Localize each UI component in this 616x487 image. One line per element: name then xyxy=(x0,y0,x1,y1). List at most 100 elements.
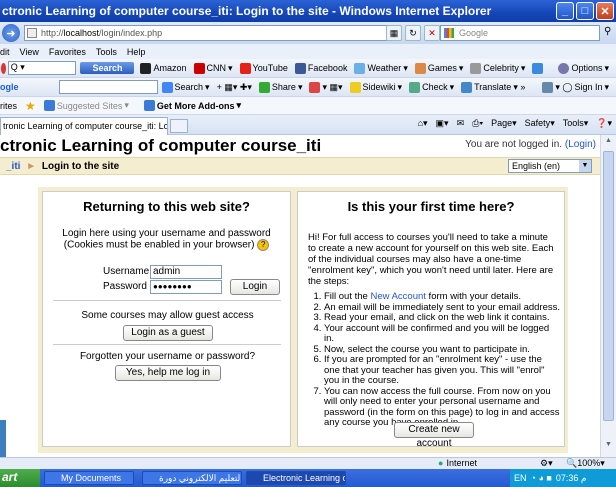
menu-view[interactable]: View xyxy=(20,47,39,57)
toolbar-games[interactable]: Games ▾ xyxy=(414,62,463,74)
menu-help[interactable]: Help xyxy=(127,47,146,57)
google-toolbar-input[interactable] xyxy=(58,80,158,94)
url-path: /login/index.php xyxy=(99,28,163,38)
desktop-edge xyxy=(0,420,6,457)
toolbar-search-button[interactable]: Search xyxy=(80,62,135,74)
tray-icons: ◔ ◕ ■ xyxy=(530,473,552,483)
toolbar-weather[interactable]: Weather ▾ xyxy=(354,62,408,74)
login-status: You are not logged in. xyxy=(465,139,563,150)
language-select[interactable]: English (en) ▼ xyxy=(508,159,592,173)
close-button[interactable]: ✕ xyxy=(596,2,614,20)
login-info: You are not logged in. (Login) xyxy=(465,139,596,150)
login-panels: Returning to this web site? Login here u… xyxy=(38,187,568,453)
address-bar[interactable]: http://localhost/login/index.php xyxy=(24,25,392,41)
favorites-star-icon[interactable]: ★ xyxy=(25,99,36,113)
minimize-button[interactable]: _ xyxy=(556,2,574,20)
breadcrumb-home[interactable]: _iti xyxy=(6,161,20,172)
share-icon xyxy=(258,81,270,93)
scroll-up-icon[interactable]: ▲ xyxy=(603,137,614,149)
toolbar-youtube[interactable]: YouTube xyxy=(239,62,288,74)
feeds-icon[interactable]: ▣▾ xyxy=(436,118,449,129)
scroll-down-icon[interactable]: ▼ xyxy=(603,441,614,453)
help-icon[interactable]: ? xyxy=(257,239,270,251)
toolbar-tools-1[interactable]: + ▦▾ ✚▾ xyxy=(217,82,252,93)
create-account-button[interactable]: Create new account xyxy=(394,422,474,449)
url-host: localhost xyxy=(63,28,100,38)
new-tab-button[interactable] xyxy=(170,119,188,133)
breadcrumb-current: Login to the site xyxy=(41,161,120,172)
google-search-input[interactable]: Google xyxy=(440,25,600,41)
menu-edit[interactable]: dit xyxy=(0,47,10,57)
toolbar-facebook[interactable]: Facebook xyxy=(294,62,347,74)
tab-active[interactable]: tronic Learning of computer course_iti: … xyxy=(0,117,168,135)
toolbar-logo-icon xyxy=(1,62,6,74)
zoom-control[interactable]: 🔍100%▾ xyxy=(566,458,605,469)
google-search-button[interactable]: Search ▾ xyxy=(161,81,210,93)
menu-bar: dit View Favorites Tools Help xyxy=(0,44,616,59)
maximize-button[interactable]: □ xyxy=(576,2,594,20)
google-g-icon xyxy=(161,81,173,93)
compat-view-icon[interactable]: ▦ xyxy=(386,25,402,41)
cmd-page[interactable]: Page▾ xyxy=(491,118,517,129)
suggested-sites-link[interactable]: Suggested Sites ▾ xyxy=(43,100,129,111)
bookmark-icon xyxy=(309,81,321,93)
addons-link[interactable]: Get More Add-ons ▾ xyxy=(143,100,241,111)
search-icon[interactable]: ⚲ xyxy=(604,26,611,37)
facebook-icon xyxy=(294,62,306,74)
mail-icon[interactable]: ✉ xyxy=(457,118,465,129)
toolbar-signin[interactable]: ▾ ◯ Sign In ▾ xyxy=(542,81,609,93)
refresh-icon[interactable]: ↻ xyxy=(405,25,421,41)
home-icon[interactable]: ⌂▾ xyxy=(418,118,428,129)
toolbar-sidewiki[interactable]: Sidewiki ▾ xyxy=(349,81,402,93)
divider xyxy=(53,300,281,301)
breadcrumb-separator: ► xyxy=(26,161,37,172)
toolbar-translate[interactable]: Translate ▾ » xyxy=(461,81,525,93)
toolbar-amazon[interactable]: Amazon xyxy=(140,62,187,74)
wrench-icon xyxy=(542,81,554,93)
favorites-label: rites xyxy=(0,100,18,111)
toolbar-options[interactable]: Options ▾ xyxy=(558,62,609,74)
vertical-scrollbar[interactable]: ▲ ▼ xyxy=(600,135,616,457)
language-indicator[interactable]: EN xyxy=(514,473,527,483)
toolbar-cnn[interactable]: CNN ▾ xyxy=(193,62,233,74)
print-icon[interactable]: ⎙▾ xyxy=(472,118,483,129)
cmd-tools[interactable]: Tools▾ xyxy=(563,118,589,129)
url-prefix: http:// xyxy=(41,28,64,38)
globe-icon: ● xyxy=(438,458,444,468)
start-button[interactable]: art xyxy=(0,469,40,487)
step-item: Your account will be confirmed and you w… xyxy=(324,323,560,345)
toolbar-tools-2[interactable]: ▾ ▦▾ xyxy=(309,81,343,93)
username-label: Username xyxy=(103,266,150,277)
google-icon xyxy=(444,28,454,38)
help-icon[interactable]: ❓▾ xyxy=(596,118,612,129)
new-account-link[interactable]: New Account xyxy=(370,291,425,302)
forward-button[interactable]: ➜ xyxy=(2,24,20,42)
toolbar-share[interactable]: Share ▾ xyxy=(258,81,302,93)
toolbar-more[interactable] xyxy=(532,62,544,74)
task-arabic-window[interactable]: التعليم الالكتروني دورة... xyxy=(142,471,242,485)
toolbar-check[interactable]: Check ▾ xyxy=(409,81,454,93)
login-link[interactable]: (Login) xyxy=(565,139,596,150)
guest-login-button[interactable]: Login as a guest xyxy=(123,325,213,341)
task-electronic-learning[interactable]: Electronic Learning of... xyxy=(246,471,346,485)
protected-mode-icon[interactable]: ⚙▾ xyxy=(540,458,553,469)
site-heading: ctronic Learning of computer course_iti xyxy=(0,136,322,155)
login-box-title: Returning to this web site? xyxy=(83,199,250,214)
celebrity-icon xyxy=(470,62,482,74)
password-label: Password xyxy=(103,281,147,292)
menu-tools[interactable]: Tools xyxy=(96,47,117,57)
login-button[interactable]: Login xyxy=(230,279,280,295)
tab-row: tronic Learning of computer course_iti: … xyxy=(0,115,616,135)
toolbar-search-input[interactable]: Q ▾ xyxy=(7,61,77,75)
chevron-right-icon xyxy=(532,62,544,74)
window-controls: _ □ ✕ xyxy=(556,2,614,20)
toolbar-celebrity[interactable]: Celebrity ▾ xyxy=(470,62,525,74)
scroll-thumb[interactable] xyxy=(603,151,614,421)
forgot-password-button[interactable]: Yes, help me log in xyxy=(115,365,221,381)
username-input[interactable]: admin xyxy=(150,265,222,279)
password-input[interactable]: ●●●●●●●● xyxy=(150,280,222,294)
cmd-safety[interactable]: Safety▾ xyxy=(525,118,555,129)
stop-icon[interactable]: ✕ xyxy=(424,25,440,41)
task-my-documents[interactable]: My Documents xyxy=(44,471,134,485)
menu-favorites[interactable]: Favorites xyxy=(49,47,86,57)
